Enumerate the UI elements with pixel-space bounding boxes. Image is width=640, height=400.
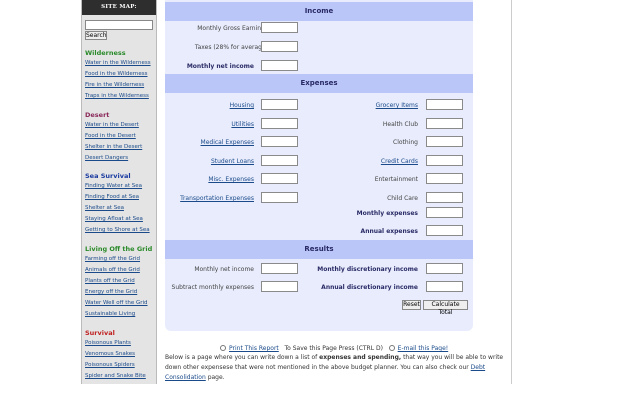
calculate-total-button[interactable]: Calculate Total [423,300,468,316]
sidebar-link[interactable]: Water Well off the Grid [85,298,157,309]
monthly-expenses-label: Monthly expenses [356,210,418,217]
sidebar-link[interactable]: Fire in the Wilderness [85,80,157,91]
taxes-label: Taxes (28% for average) [194,44,268,51]
expense-input[interactable] [261,192,298,203]
desc-part-1: Below is a page where you can write down… [165,354,320,361]
sidebar-group: Survival Poisonous Plants Venomous Snakes P… [85,329,157,382]
expense-label[interactable]: Utilities [231,121,254,128]
sidebar-link[interactable]: Venomous Snakes [85,349,157,360]
expense-label[interactable]: Credit Cards [381,158,418,165]
expense-label[interactable]: Grocery Items [376,102,418,109]
annual-expenses-label: Annual expenses [360,228,418,235]
reset-button[interactable]: Reset [402,300,421,310]
sidebar-link[interactable]: Energy off the Grid [85,287,157,298]
sidebar-link[interactable]: Poisonous Spiders [85,360,157,371]
print-icon [220,345,226,351]
expense-input[interactable] [426,192,463,203]
save-page-hint: To Save this Page Press (CTRL D) [284,345,383,352]
expense-label: Health Club [382,121,418,128]
sidebar-link[interactable]: Food in the Desert [85,131,157,142]
sidebar-link[interactable]: Poisonous Plants [85,338,157,349]
subtract-expenses-input[interactable] [261,281,298,292]
sidebar: SITE MAP: Search Wilderness Water in the … [81,0,157,384]
search-button[interactable]: Search [85,31,107,40]
expenses-header: Expenses [165,74,473,93]
expense-label: Clothing [393,139,418,146]
expense-input[interactable] [426,173,463,184]
footer-actions: Print This Report To Save this Page Pres… [220,345,448,352]
expense-input[interactable] [261,118,298,129]
expense-label[interactable]: Medical Expenses [201,139,254,146]
expense-input[interactable] [426,118,463,129]
sidebar-link[interactable]: Finding Water at Sea [85,181,157,192]
sidebar-group: Sea Survival Finding Water at Sea Finding … [85,172,157,236]
sidebar-link[interactable]: Sustainable Living [85,309,157,320]
sidebar-link[interactable]: Spider and Snake Bite [85,371,157,382]
expense-label[interactable]: Housing [230,102,254,109]
budget-calculator: Income Monthly Gross Earnings Taxes (28%… [165,0,473,331]
expense-input[interactable] [426,155,463,166]
sidebar-link[interactable]: Shelter at Sea [85,203,157,214]
net-income-label: Monthly net income [186,63,254,70]
sidebar-link[interactable]: Desert Dangers [85,153,157,164]
net-income-input[interactable] [261,60,298,71]
desc-bold: expenses and spending, [319,354,402,361]
sidebar-link[interactable]: Plants off the Grid [85,276,157,287]
expense-label[interactable]: Misc. Expenses [208,176,254,183]
email-page-link[interactable]: E-mail this Page! [398,345,449,352]
content-right-border [511,0,512,384]
annual-discretionary-label: Annual discretionary income [321,284,418,291]
sidebar-link[interactable]: Traps in the Wilderness [85,91,157,102]
income-header: Income [165,2,473,21]
sidebar-group: Wilderness Water in the Wilderness Food in… [85,49,157,102]
expense-input[interactable] [261,173,298,184]
monthly-discretionary-label: Monthly discretionary income [317,266,418,273]
sidebar-link[interactable]: Finding Food at Sea [85,192,157,203]
search-input[interactable] [85,20,153,30]
sidebar-link[interactable]: Farming off the Grid [85,254,157,265]
sidebar-group: Living Off the Grid Farming off the Grid A… [85,245,157,320]
sidebar-link[interactable]: Staying Afloat at Sea [85,214,157,225]
annual-discretionary-input[interactable] [426,281,463,292]
sidebar-group-title: Wilderness [85,49,126,57]
subtract-expenses-label: Subtract monthly expenses [171,284,254,291]
taxes-input[interactable] [261,41,298,52]
description-text: Below is a page where you can write down… [165,353,510,383]
sidebar-group-title: Sea Survival [85,172,131,180]
sidebar-group-title: Survival [85,329,115,337]
gross-earnings-label: Monthly Gross Earnings [197,25,268,32]
results-header: Results [165,240,473,259]
sidebar-group-title: Living Off the Grid [85,245,153,253]
sidebar-link[interactable]: Water in the Desert [85,120,157,131]
sidebar-link[interactable]: Shelter in the Desert [85,142,157,153]
sidebar-group: Desert Water in the Desert Food in the Des… [85,111,157,164]
sidebar-link[interactable]: Water in the Wilderness [85,58,157,69]
expense-input[interactable] [261,155,298,166]
expense-label: Child Care [387,195,418,202]
expense-label[interactable]: Transportation Expenses [180,195,254,202]
results-net-income-label: Monthly net income [194,266,254,273]
sitemap-header: SITE MAP: [82,0,156,15]
desc-part-3: page. [205,374,225,381]
print-report-link[interactable]: Print This Report [229,345,279,352]
expense-label[interactable]: Student Loans [211,158,254,165]
sidebar-link[interactable]: Food in the Wilderness [85,69,157,80]
expense-label: Entertainment [374,176,418,183]
expense-input[interactable] [426,99,463,110]
sidebar-link[interactable]: Animals off the Grid [85,265,157,276]
sidebar-group-title: Desert [85,111,110,119]
annual-expenses-input[interactable] [426,225,463,236]
email-icon [388,345,395,351]
gross-earnings-input[interactable] [261,22,298,33]
monthly-discretionary-input[interactable] [426,263,463,274]
expense-input[interactable] [261,136,298,147]
results-net-income-input[interactable] [261,263,298,274]
expense-input[interactable] [261,99,298,110]
sidebar-link[interactable]: Getting to Shore at Sea [85,225,157,236]
expense-input[interactable] [426,136,463,147]
monthly-expenses-input[interactable] [426,207,463,218]
